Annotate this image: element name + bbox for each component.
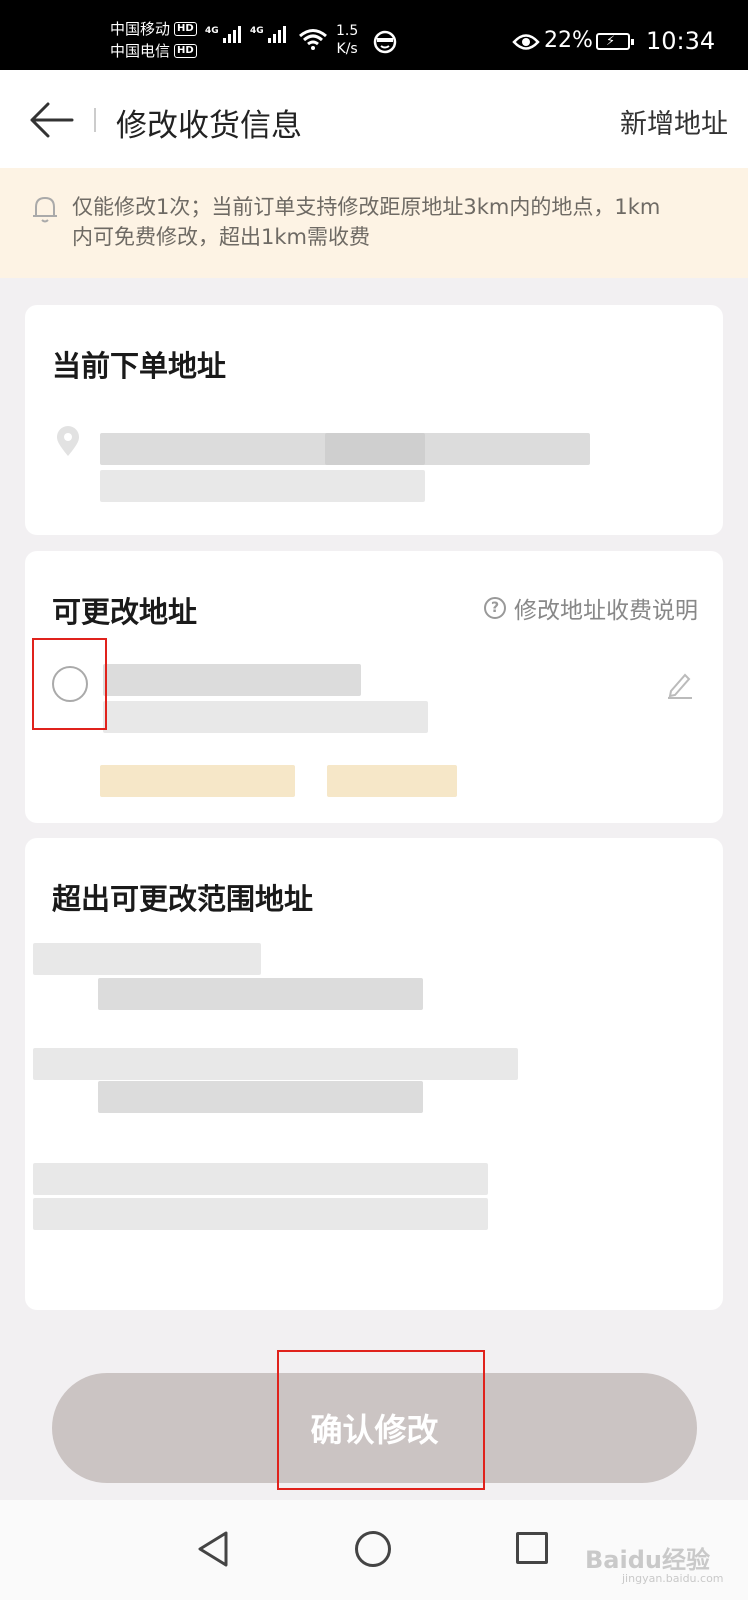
carrier-1-label: 中国移动	[110, 20, 171, 38]
eye-comfort-icon	[512, 34, 540, 50]
fee-explanation-label: 修改地址收费说明	[514, 598, 698, 624]
bell-icon	[33, 196, 57, 223]
status-bar: 中国移动 HD 中国电信 HD 4G 4G 1.5 K/s 22% ⚡ 10:3…	[0, 0, 748, 70]
watermark-brand: Baidu经验	[585, 1546, 710, 1574]
add-address-button[interactable]: 新增地址	[620, 102, 728, 141]
carrier-info: 中国移动 HD 中国电信 HD	[110, 18, 197, 62]
blurred-address-line	[100, 470, 425, 502]
blurred-fee-tag	[100, 765, 295, 797]
nav-back-icon[interactable]	[196, 1530, 230, 1568]
edit-pencil-icon[interactable]	[665, 669, 695, 699]
blurred-address-line	[33, 1163, 488, 1195]
battery-icon: ⚡	[596, 33, 634, 50]
blurred-address-segment	[325, 433, 425, 465]
page-header: 修改收货信息 新增地址	[0, 70, 748, 168]
blurred-address-line	[33, 1198, 488, 1230]
out-of-range-card: 超出可更改范围地址	[25, 838, 723, 1310]
highlight-box-confirm	[277, 1350, 485, 1490]
blurred-fee-tag	[327, 765, 457, 797]
notice-banner: 仅能修改1次；当前订单支持修改距原地址3km内的地点，1km内可免费修改，超出1…	[0, 168, 748, 278]
sunglasses-face-icon	[373, 30, 397, 54]
blurred-address-line	[103, 664, 361, 696]
question-icon: ?	[484, 597, 506, 619]
blurred-address-line	[33, 943, 261, 975]
page-title: 修改收货信息	[116, 108, 302, 144]
network-type-label: 4G	[205, 26, 219, 36]
header-divider	[94, 108, 96, 132]
changeable-address-card: 可更改地址 ? 修改地址收费说明	[25, 551, 723, 823]
wifi-icon	[299, 29, 327, 50]
system-nav-bar: Baidu经验 jingyan.baidu.com	[0, 1500, 748, 1600]
speed-unit: K/s	[336, 41, 358, 57]
blurred-address-line	[98, 978, 423, 1010]
blurred-address-line	[103, 701, 428, 733]
blurred-address-line	[98, 1081, 423, 1113]
current-address-title: 当前下单地址	[52, 349, 227, 383]
out-of-range-title: 超出可更改范围地址	[52, 882, 314, 916]
clock: 10:34	[646, 27, 716, 55]
carrier-2-label: 中国电信	[110, 42, 171, 60]
nav-recents-icon[interactable]	[516, 1532, 548, 1564]
back-arrow-icon[interactable]	[28, 100, 74, 140]
current-address-card: 当前下单地址	[25, 305, 723, 535]
highlight-box-radio	[32, 638, 107, 730]
signal-1-icon: 4G	[205, 26, 241, 43]
location-pin-icon	[57, 426, 79, 456]
network-speed: 1.5 K/s	[336, 22, 358, 58]
blurred-address-line	[33, 1048, 518, 1080]
network-type-label: 4G	[250, 26, 264, 36]
hd-badge: HD	[174, 44, 197, 58]
watermark-url: jingyan.baidu.com	[622, 1572, 724, 1585]
changeable-address-title: 可更改地址	[52, 595, 198, 629]
fee-explanation-link[interactable]: ? 修改地址收费说明	[484, 591, 698, 625]
notice-text: 仅能修改1次；当前订单支持修改距原地址3km内的地点，1km内可免费修改，超出1…	[72, 195, 661, 249]
nav-home-icon[interactable]	[355, 1531, 391, 1567]
battery-percent: 22%	[544, 28, 593, 53]
speed-value: 1.5	[336, 23, 359, 39]
signal-2-icon: 4G	[250, 26, 286, 43]
hd-badge: HD	[174, 22, 197, 36]
